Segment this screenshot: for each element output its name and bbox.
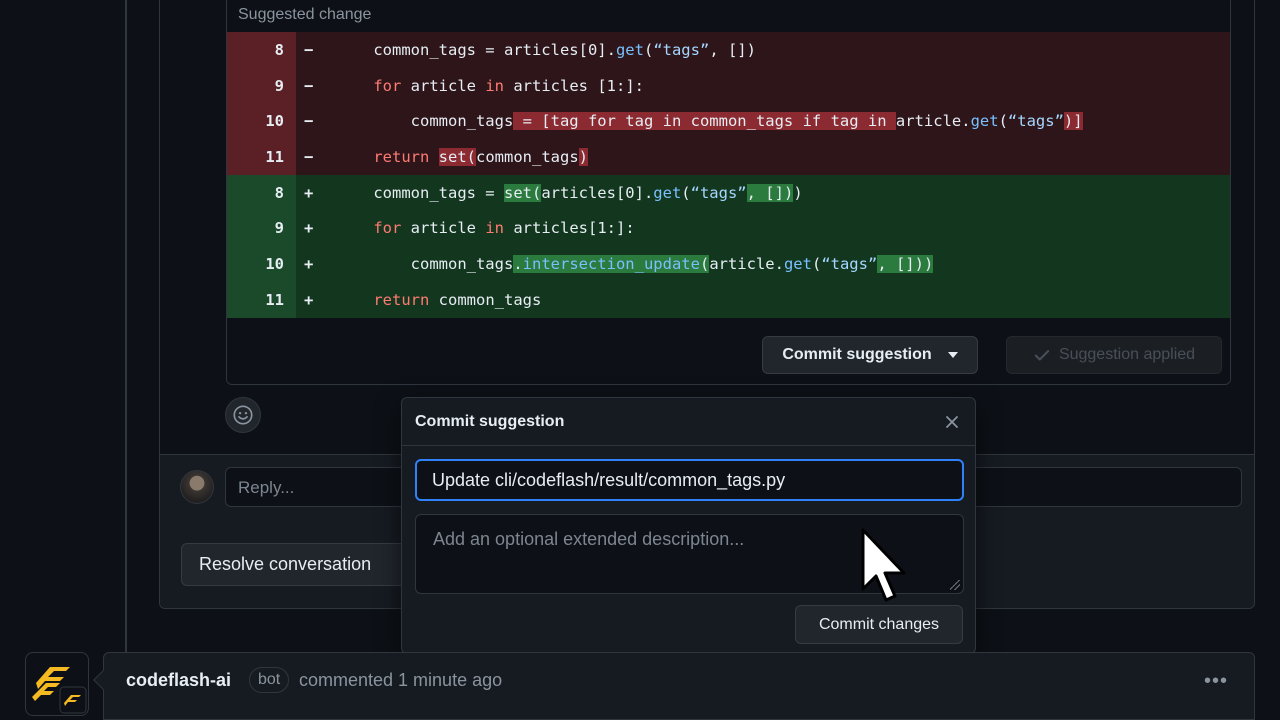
kebab-icon[interactable]: ••• [1204,670,1228,693]
timeline-line [125,0,127,660]
plus-sign: + [304,183,314,202]
line-number: 8 [227,32,296,68]
dialog-title: Commit suggestion [415,413,565,430]
add-reaction-button[interactable] [225,397,261,433]
diff-line-del: 8− common_tags = articles[0].get(“tags”,… [227,32,1230,68]
codeflash-logo-icon [25,652,89,716]
minus-sign: − [304,40,314,59]
plus-sign: + [304,219,314,238]
line-number: 9 [227,67,296,104]
cursor-icon [861,528,906,602]
code-line: return set(common_tags) [373,147,588,166]
line-number: 10 [227,103,296,140]
diff-line-add: 11 + return common_tags [227,281,1230,318]
code-line: for article in articles [1:]: [373,76,644,95]
diff-line-add: 10 + common_tags.intersection_update(arti… [227,246,1230,282]
dialog-header: Commit suggestion [402,398,975,446]
code-line: for article in articles[1:]: [373,219,635,238]
comment-timestamp[interactable]: commented 1 minute ago [299,670,502,691]
bot-badge: bot [249,667,290,693]
suggested-change-header: Suggested change [227,0,1230,36]
line-number: 10 [227,246,296,282]
check-icon [1034,350,1050,361]
comment-header: codeflash-ai bot commented 1 minute ago … [93,652,1255,720]
diff-line-add: 8 + common_tags = set(articles[0].get(“ta… [227,174,1230,211]
extended-description-placeholder: Add an optional extended description... [433,529,745,549]
close-icon[interactable] [942,412,962,432]
comment-author[interactable]: codeflash-ai [126,670,231,691]
minus-sign: − [304,112,314,131]
plus-sign: + [304,254,314,273]
commit-changes-label: Commit changes [818,615,940,633]
plus-sign: + [304,290,314,309]
caret-down-icon [947,352,958,358]
commit-message-input[interactable]: Update cli/codeflash/result/common_tags.… [415,459,964,501]
codeflash-logo-shape [32,667,87,714]
resolve-conversation-label: Resolve conversation [199,554,372,574]
smiley-icon [233,405,253,425]
avatar [180,470,214,504]
suggestion-applied-button: Suggestion applied [1006,336,1222,374]
diff-line-del: 10− common_tags = [tag for tag in common… [227,103,1230,140]
diff-line-del: 9− for article in articles [1:]: [227,67,1230,104]
minus-sign: − [304,76,314,95]
diff-line-del: 11− return set(common_tags) [227,139,1230,175]
suggestion-applied-label: Suggestion applied [1058,346,1196,363]
comment-arrow [93,670,113,690]
code-line: common_tags.intersection_update(article.… [336,254,934,273]
line-number: 8 [227,174,296,211]
code-line: common_tags = [tag for tag in common_tag… [336,112,1083,131]
line-number: 11 [227,139,296,175]
diff-view: 8− common_tags = articles[0].get(“tags”,… [227,32,1230,318]
code-line: return common_tags [373,290,542,309]
commit-suggestion-label: Commit suggestion [782,346,932,363]
minus-sign: − [304,147,314,166]
code-line: common_tags = set(articles[0].get(“tags”… [336,183,803,202]
commit-changes-button[interactable]: Commit changes [795,605,963,644]
commit-suggestion-button[interactable]: Commit suggestion [762,336,978,374]
resolve-conversation-button[interactable]: Resolve conversation [181,543,411,586]
suggested-change-box: Suggested change 8− common_tags = articl… [226,0,1231,385]
line-number: 11 [227,281,296,318]
line-number: 9 [227,210,296,247]
resize-grip-icon[interactable] [950,580,960,590]
diff-line-add: 9 + for article in articles[1:]: [227,210,1230,247]
code-line: common_tags = articles[0].get(“tags”, []… [336,40,756,59]
